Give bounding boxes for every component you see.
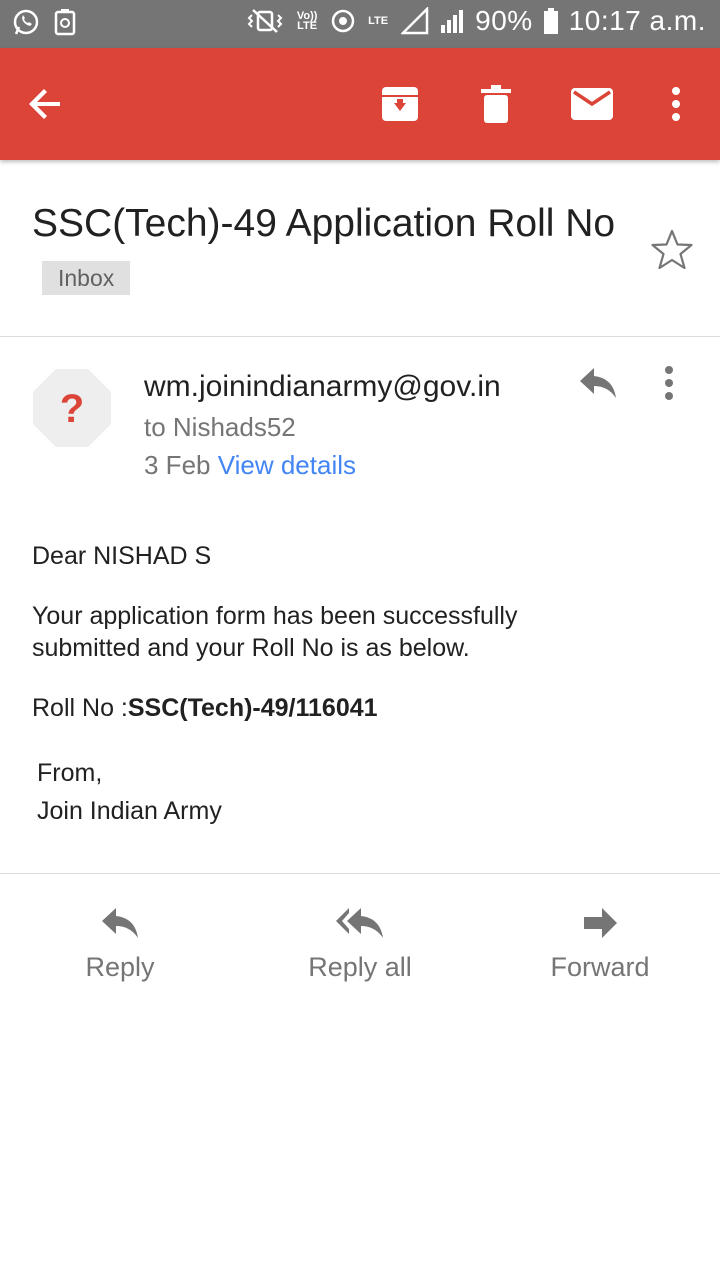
battery-percent: 90%	[475, 5, 533, 36]
data-saver-icon	[331, 9, 355, 33]
reply-label: Reply	[85, 952, 155, 982]
volte-indicator: Vo)) LTE	[296, 10, 318, 32]
star-button[interactable]	[650, 228, 694, 272]
battery-icon	[543, 7, 559, 35]
arrow-back-icon	[29, 89, 60, 119]
from-label: From,	[37, 759, 103, 787]
email-date: 3 Feb	[144, 450, 211, 480]
mark-unread-button[interactable]	[564, 76, 620, 132]
reply-icon	[102, 908, 138, 938]
delete-icon	[481, 85, 511, 123]
subject-area: SSC(Tech)-49 Application Roll No Inbox	[32, 196, 632, 308]
sender-avatar[interactable]: ?	[32, 368, 112, 448]
app-bar	[0, 48, 720, 160]
reply-icon	[580, 368, 616, 398]
view-details-link[interactable]: View details	[218, 450, 356, 480]
whatsapp-icon	[12, 8, 40, 36]
clock: 10:17 a.m.	[568, 5, 706, 36]
body-divider	[0, 873, 720, 874]
reply-all-button[interactable]: Reply all	[260, 900, 460, 983]
signal-empty-icon	[401, 7, 429, 35]
recipient-line: to Nishads52	[144, 412, 296, 442]
lte-indicator: LTE	[368, 15, 389, 27]
reply-button[interactable]: Reply	[20, 900, 220, 983]
mark-unread-icon	[571, 88, 613, 120]
status-bar: Vo)) LTE LTE 90% 10:17 a.m.	[0, 0, 720, 48]
subject-text: SSC(Tech)-49 Application Roll No	[32, 202, 616, 245]
sender-email: wm.joinindianarmy@gov.in	[144, 370, 501, 403]
recycle-battery-icon	[54, 8, 76, 36]
vibrate-mute-icon	[247, 7, 283, 35]
roll-label: Roll No :	[32, 694, 128, 722]
star-outline-icon	[651, 229, 693, 270]
more-vert-icon	[665, 366, 673, 400]
roll-value: SSC(Tech)-49/116041	[127, 694, 378, 722]
body-paragraph: Your application form has been successfu…	[32, 602, 518, 662]
email-subject: SSC(Tech)-49 Application Roll No Inbox	[32, 196, 632, 308]
forward-button[interactable]: Forward	[500, 900, 700, 983]
status-left-icons	[12, 8, 76, 36]
reply-quick-button[interactable]	[578, 366, 622, 406]
more-options-button[interactable]	[648, 76, 704, 132]
archive-button[interactable]	[372, 76, 428, 132]
message-more-button[interactable]	[664, 366, 696, 406]
delete-button[interactable]	[468, 76, 524, 132]
header-divider	[0, 336, 720, 337]
forward-label: Forward	[550, 952, 650, 982]
more-vert-icon	[672, 87, 680, 121]
signal-bars-icon	[439, 7, 465, 35]
forward-arrow-icon	[584, 908, 617, 938]
body-greeting: Dear NISHAD S	[32, 542, 212, 570]
avatar-glyph: ?	[60, 387, 84, 431]
archive-icon	[382, 87, 418, 121]
from-name: Join Indian Army	[37, 797, 222, 825]
back-button[interactable]	[18, 76, 74, 132]
reply-all-icon	[336, 908, 383, 938]
date-line: 3 Feb View details	[144, 450, 356, 481]
status-right-icons: Vo)) LTE LTE 90% 10:17 a.m.	[247, 5, 706, 37]
roll-number-line: Roll No :SSC(Tech)-49/116041	[32, 692, 378, 724]
inbox-label-chip[interactable]: Inbox	[42, 260, 131, 295]
reply-all-label: Reply all	[308, 952, 412, 982]
